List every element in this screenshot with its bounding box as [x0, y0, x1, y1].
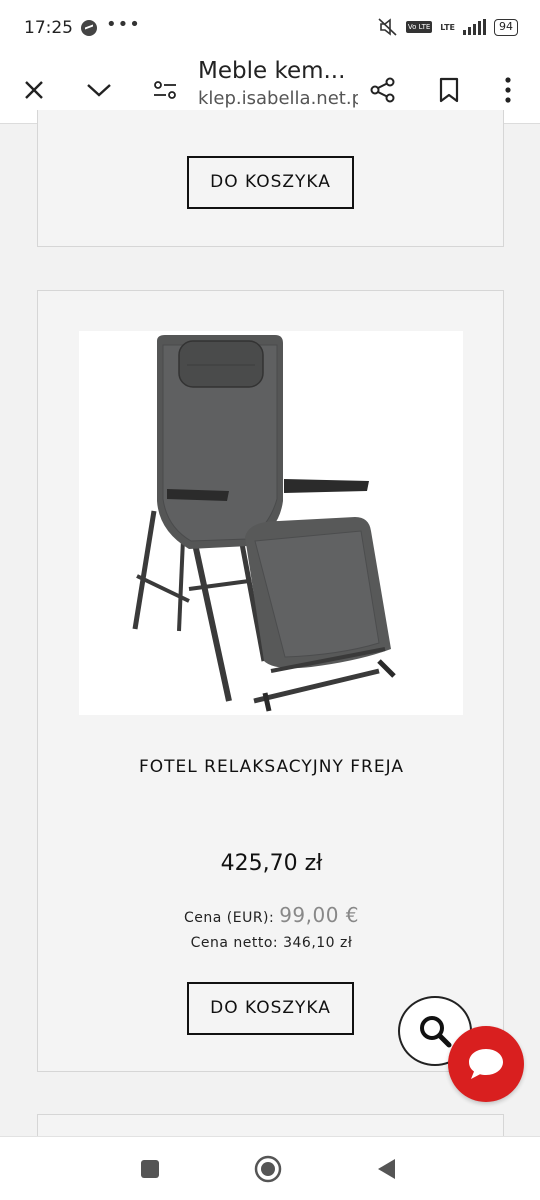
battery-icon: 94	[494, 18, 518, 36]
status-time: 17:25	[24, 18, 73, 38]
price-net: Cena netto: 346,10 zł	[190, 935, 353, 951]
volte-badge: Vo LTE	[405, 21, 433, 33]
page-title: Meble kem...	[198, 58, 346, 84]
status-bar: 17:25 ••• Vo LTE LTE 94	[0, 0, 540, 56]
recents-icon[interactable]	[134, 1153, 166, 1185]
price-eur-label: Cena (EUR):	[183, 910, 275, 926]
chat-icon	[469, 1049, 503, 1079]
messenger-icon	[81, 20, 97, 36]
relax-chair-illustration	[132, 335, 396, 712]
mute-icon	[378, 18, 398, 36]
product-image[interactable]	[79, 331, 463, 715]
product-card: FOTEL RELAKSACYJNY FREJA 425,70 zł Cena …	[37, 290, 504, 1072]
price-eur-value: 99,00 €	[279, 903, 360, 927]
product-card-previous: DO KOSZYKA	[37, 110, 504, 247]
product-name[interactable]: FOTEL RELAKSACYJNY FREJA	[38, 757, 505, 777]
back-icon[interactable]	[370, 1153, 402, 1185]
lte-label: LTE	[440, 22, 455, 32]
add-to-cart-button[interactable]: DO KOSZYKA	[187, 982, 354, 1035]
address-area[interactable]: Meble kem... klep.isabella.net.pl	[198, 56, 358, 109]
status-indicators: Vo LTE LTE 94	[378, 18, 518, 36]
home-icon[interactable]	[252, 1153, 284, 1185]
more-icon: •••	[106, 14, 141, 35]
search-icon	[420, 1016, 452, 1048]
add-to-cart-button[interactable]: DO KOSZYKA	[187, 156, 354, 209]
page-url: klep.isabella.net.pl	[198, 88, 358, 109]
signal-icon	[463, 19, 486, 35]
product-price: 425,70 zł	[220, 851, 323, 876]
navigation-bar	[0, 1136, 540, 1200]
chat-button[interactable]	[448, 1026, 524, 1102]
price-eur: Cena (EUR): 99,00 €	[38, 903, 505, 927]
